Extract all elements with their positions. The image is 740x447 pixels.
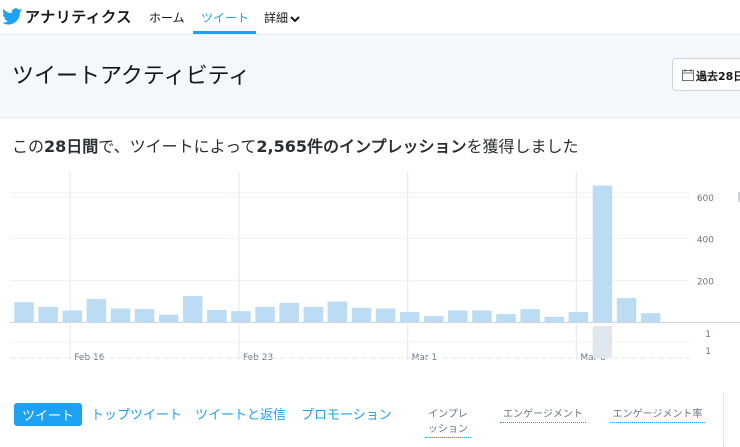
calendar-icon — [682, 69, 694, 81]
chevron-down-icon — [290, 15, 300, 22]
secondary-y-tick-label: 1 — [705, 330, 711, 340]
impression-bar — [327, 301, 348, 322]
impression-bar — [255, 307, 275, 322]
impression-bar — [520, 309, 540, 322]
impression-bar — [544, 316, 564, 322]
column-impressions[interactable]: インプレ ッション — [425, 407, 471, 438]
summary-count: 2,565件のインプレッション — [256, 137, 467, 156]
impression-bar — [110, 308, 131, 322]
impression-bar — [279, 302, 299, 322]
impression-bar — [86, 299, 107, 322]
summary-middle: で、ツイートによって — [98, 137, 257, 156]
top-nav: アナリティクス ホーム ツイート 詳細 — [0, 0, 740, 35]
impression-bar — [424, 316, 444, 322]
y-tick-label: 200 — [697, 277, 714, 287]
impression-bar — [303, 307, 323, 322]
engagement-bar — [592, 326, 613, 358]
impression-bar — [351, 307, 372, 322]
impression-bar — [38, 307, 58, 322]
y-tick-label: 400 — [697, 236, 714, 246]
impression-bar — [399, 312, 420, 322]
impression-bar — [183, 295, 203, 322]
nav-more-label: 詳細 — [264, 11, 289, 25]
column-engagement-rate[interactable]: エンゲージメント率 — [610, 407, 705, 423]
impression-bar — [640, 313, 661, 322]
tab-promotions[interactable]: プロモーション — [301, 404, 392, 423]
impression-bar — [472, 310, 492, 322]
impression-bar — [448, 310, 468, 322]
impression-bar — [62, 310, 82, 322]
column-engagements[interactable]: エンゲージメント — [500, 407, 586, 423]
tab-top-tweets[interactable]: トップツイート — [91, 404, 182, 423]
impression-bar — [134, 309, 155, 322]
impression-bar — [14, 302, 34, 322]
impression-summary: この28日間で、ツイートによって2,565件のインプレッションを獲得しました — [12, 133, 579, 157]
y-tick-label: 600 — [697, 194, 714, 204]
impressions-chart: 200400600Feb 16Feb 23Mar 1Mar 811 — [10, 172, 740, 363]
date-range-button[interactable]: 過去28日 — [672, 58, 740, 91]
nav-tweets[interactable]: ツイート — [201, 9, 249, 26]
impression-bar — [496, 314, 516, 322]
summary-prefix: この — [12, 137, 45, 156]
secondary-y-tick-label: 1 — [705, 347, 711, 357]
impression-bar — [158, 314, 179, 322]
tab-tweets-and-replies[interactable]: ツイートと返信 — [195, 404, 286, 423]
summary-suffix: を獲得しました — [466, 137, 579, 156]
impression-bar — [231, 311, 251, 322]
page-title: ツイートアクティビティ — [12, 64, 251, 89]
date-range-label: 過去28日 — [696, 70, 740, 83]
tab-tweets[interactable]: ツイート — [14, 403, 83, 426]
impression-bar — [568, 312, 589, 322]
column-divider — [723, 392, 725, 447]
impression-bar — [207, 309, 227, 322]
summary-period: 28日間 — [44, 137, 99, 156]
impression-bar — [592, 185, 613, 322]
column-impressions-line1: インプレ — [428, 409, 468, 420]
twitter-bird-icon[interactable] — [2, 8, 22, 25]
column-impressions-line2: ッション — [428, 424, 468, 435]
brand-title[interactable]: アナリティクス — [25, 6, 132, 27]
nav-home[interactable]: ホーム — [149, 9, 185, 26]
nav-more[interactable]: 詳細 — [264, 9, 300, 26]
nav-active-indicator — [193, 31, 256, 34]
impression-bar — [375, 308, 396, 322]
impression-bar — [616, 298, 637, 322]
